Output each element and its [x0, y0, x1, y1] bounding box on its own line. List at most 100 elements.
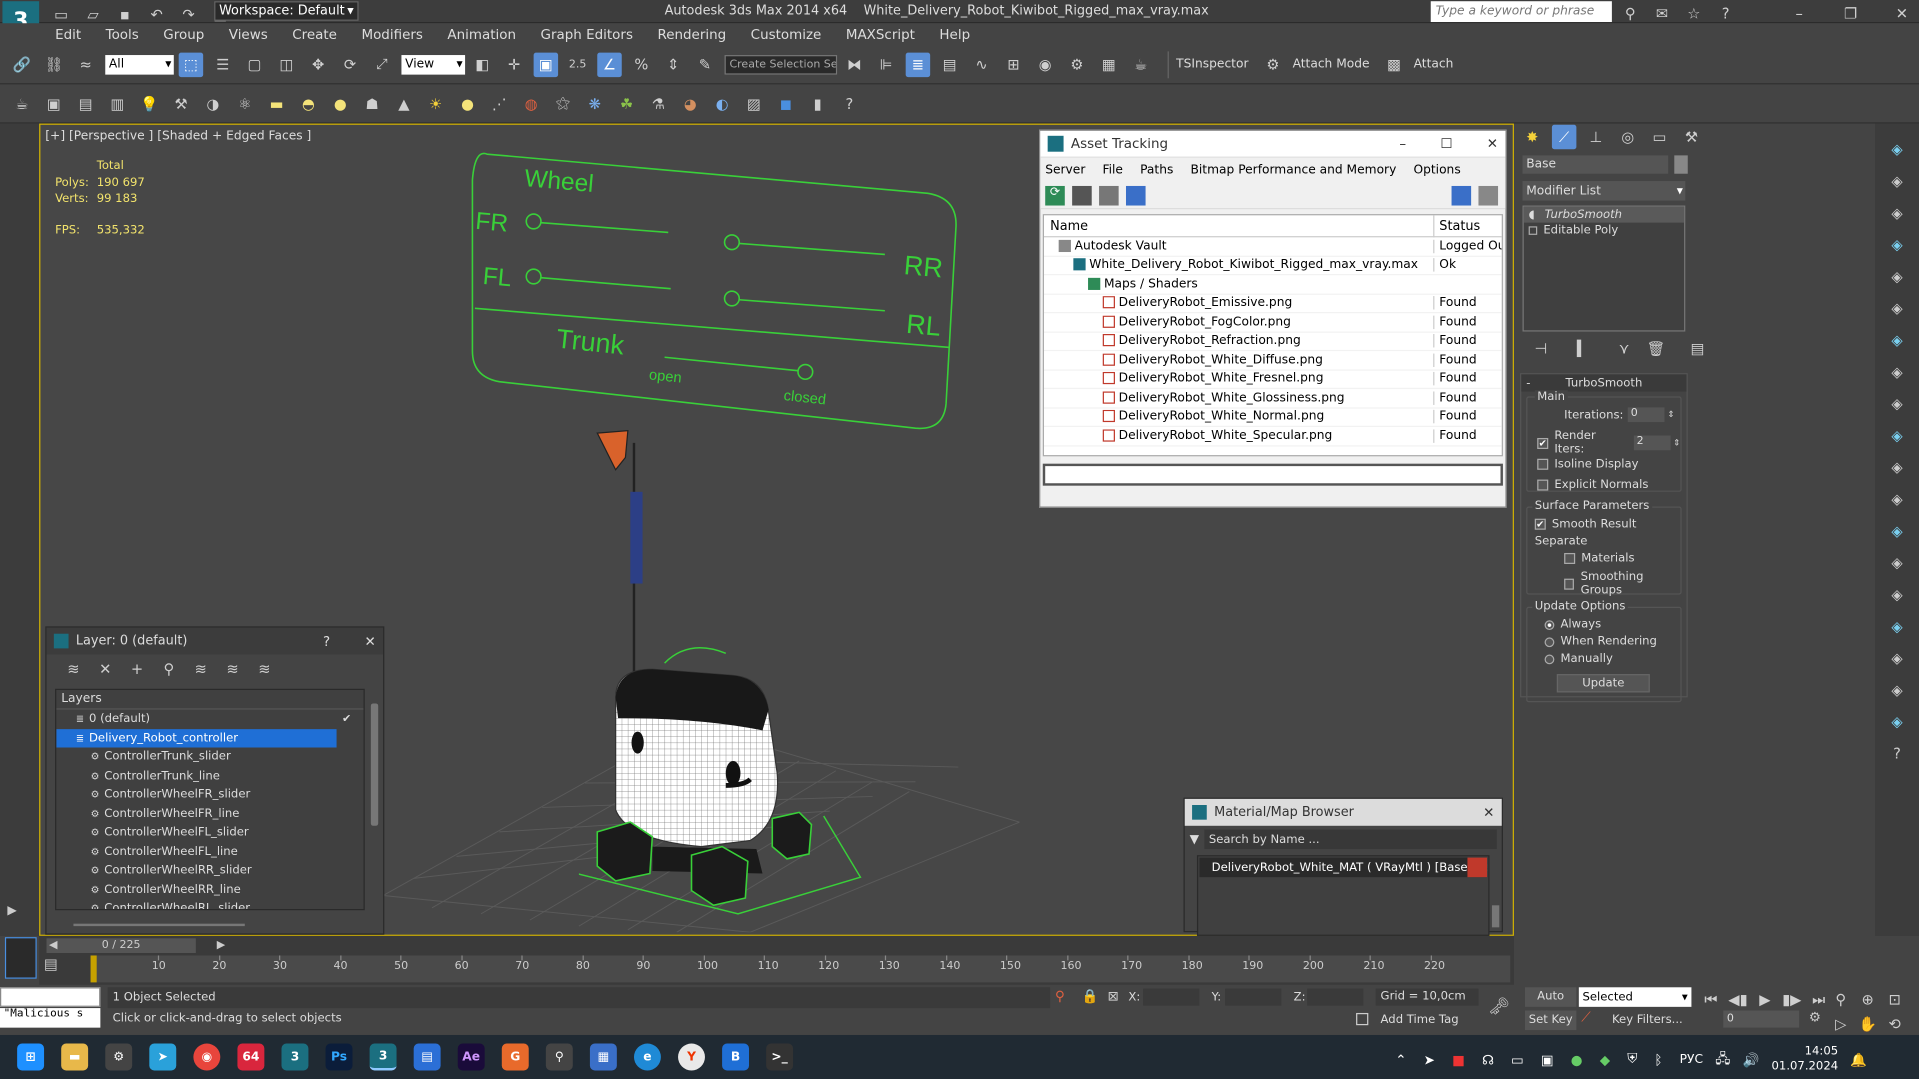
thumbnail-view-icon[interactable] [1099, 185, 1119, 205]
tray-network-icon[interactable]: 🖧 [1715, 1048, 1730, 1071]
show-end-result-icon[interactable]: ▍ [1570, 336, 1594, 360]
close-icon[interactable]: ✕ [1483, 804, 1494, 820]
vray-object-icon[interactable]: ◈ [1885, 519, 1909, 543]
geometry-icon[interactable]: ◈ [1885, 360, 1909, 384]
vray-bitmap-icon[interactable]: ▨ [742, 91, 766, 115]
chrome-icon[interactable]: ◉ [193, 1043, 221, 1071]
table-view-icon[interactable] [1125, 185, 1146, 205]
absolute-mode-icon[interactable]: ⊠ [1108, 989, 1119, 1005]
vray-converter-icon[interactable]: ⚒ [169, 91, 193, 115]
asset-row[interactable]: Maps / Shaders [1043, 275, 1502, 295]
tray-nvidia-icon[interactable]: ◆ [1600, 1052, 1610, 1068]
tray-security-icon[interactable]: ⛨ [1627, 1051, 1637, 1068]
material-item[interactable]: DeliveryRobot_White_MAT ( VRayMtl ) [Bas… [1199, 857, 1488, 878]
vray-plane-icon[interactable]: ▬ [264, 91, 288, 115]
store-icon[interactable]: ▦ [589, 1043, 617, 1071]
zoom-all-icon[interactable]: ⊕ [1855, 987, 1879, 1011]
current-layer-check-icon[interactable]: ✔ [342, 713, 351, 725]
material-scrollbar[interactable] [1491, 905, 1500, 928]
maxscript-listener-top[interactable] [0, 987, 101, 1007]
viewport-layout-icon[interactable]: ◈ [1885, 169, 1909, 193]
layer-h-scrollbar[interactable] [73, 923, 245, 927]
render-production-icon[interactable]: ☕ [1128, 52, 1152, 76]
menu-customize[interactable]: Customize [751, 26, 822, 42]
asset-menu-options[interactable]: Options [1413, 163, 1460, 176]
rotate-icon[interactable]: ⟳ [338, 52, 362, 76]
notification-bell-icon[interactable]: 🔔 [1850, 1052, 1867, 1068]
snap-toggle-icon[interactable]: 2.5 [565, 52, 589, 76]
update-manually-row[interactable]: Manually [1544, 652, 1613, 666]
selection-lock-icon[interactable]: 🔒 [1082, 989, 1099, 1005]
vray-info-icon[interactable]: ▮ [805, 91, 829, 115]
scale-icon[interactable]: ⤢ [370, 52, 394, 76]
move-icon[interactable]: ✥ [306, 52, 330, 76]
vray-metaball-icon[interactable]: ◍ [519, 91, 543, 115]
3dsmax-2014-icon[interactable]: 3 [281, 1043, 309, 1071]
material-options-icon[interactable]: ▼ [1190, 833, 1199, 846]
communication-center-icon[interactable]: ✉ [1650, 1, 1674, 25]
layer-explorer-titlebar[interactable]: Layer: 0 (default) ? ✕ [46, 627, 384, 655]
isoline-display-row[interactable]: Isoline Display [1537, 458, 1638, 471]
rectangular-selection-icon[interactable]: ▢ [242, 52, 266, 76]
delivery-robot-model[interactable] [578, 418, 897, 920]
close-icon[interactable]: ✕ [1890, 1, 1914, 25]
layer-object-row[interactable]: ⚙ ControllerWheelRR_slider [56, 861, 363, 880]
track-bar[interactable]: 10 20 30 40 50 60 70 80 90 100 110 120 130 140 150 160 1… [90, 955, 1511, 983]
vray-lens-icon[interactable]: ◑ [201, 91, 225, 115]
attach-mode-icon[interactable]: ⚙ [1261, 52, 1285, 76]
column-header-status[interactable]: Status [1433, 215, 1502, 237]
dynamics-icon[interactable]: ◈ [1885, 455, 1909, 479]
vray-proxy-icon[interactable]: ⚝ [551, 91, 575, 115]
y-coordinate-field[interactable] [1225, 988, 1282, 1006]
help-question-icon[interactable]: ? [1885, 741, 1909, 765]
motion-tab-icon[interactable]: ◎ [1616, 125, 1640, 149]
modifier-stack-item-editable-poly[interactable]: Editable Poly [1524, 223, 1684, 239]
curve-editor-icon[interactable]: ∿ [969, 52, 993, 76]
menu-graph-editors[interactable]: Graph Editors [541, 26, 633, 42]
spinner-snap-icon[interactable]: ⇕ [661, 52, 685, 76]
separate-smoothing-groups-row[interactable]: Smoothing Groups [1564, 570, 1680, 597]
asset-row[interactable]: DeliveryRobot_FogColor.png Found [1043, 313, 1502, 333]
tsinspector-label[interactable]: TSInspector [1176, 57, 1248, 70]
material-icon[interactable]: ◈ [1885, 678, 1909, 702]
asset-menu-bitmap-performance[interactable]: Bitmap Performance and Memory [1191, 163, 1397, 176]
current-frame-field[interactable]: 0 [1723, 1010, 1800, 1028]
close-icon[interactable]: ✕ [364, 633, 375, 649]
asset-menu-server[interactable]: Server [1045, 163, 1085, 176]
asset-row[interactable]: DeliveryRobot_Emissive.png Found [1043, 294, 1502, 314]
iterations-spinner[interactable]: 0 [1628, 407, 1666, 423]
time-slider[interactable]: ◀ 0 / 225 ▶ [46, 938, 225, 954]
column-header-name[interactable]: Name [1044, 218, 1433, 233]
utilities-tab-icon[interactable]: ⚒ [1679, 125, 1703, 149]
layer-object-row[interactable]: ⚙ ControllerWheelFL_slider [56, 823, 363, 842]
g-app-icon[interactable]: G [501, 1043, 529, 1071]
angle-snap-icon[interactable]: ∠ [597, 51, 622, 77]
key-filter-pen-icon[interactable]: ⟋ [1581, 1009, 1590, 1026]
time-configuration-icon[interactable]: ⚙ [1809, 1009, 1821, 1025]
zoom-extents-icon[interactable]: ⊡ [1882, 987, 1906, 1011]
viewport-label[interactable]: [+] [Perspective ] [Shaded + Edged Faces… [45, 130, 311, 143]
menu-modifiers[interactable]: Modifiers [361, 26, 422, 42]
asset-row[interactable]: White_Delivery_Robot_Kiwibot_Rigged_max_… [1043, 256, 1502, 276]
menu-maxscript[interactable]: MAXScript [846, 26, 915, 42]
navigation-icon[interactable]: ◈ [1885, 614, 1909, 638]
vray-help-icon[interactable]: ? [837, 91, 861, 115]
vray-fur-icon[interactable]: ⋰ [487, 91, 511, 115]
maxscript-listener-input[interactable]: "Malicious s [0, 1008, 101, 1028]
help-icon[interactable]: ? [1713, 1, 1737, 25]
layer-object-row[interactable]: ⚙ ControllerWheelRR_line [56, 880, 363, 899]
set-key-button[interactable]: Set Key [1524, 1010, 1577, 1031]
mini-listener-toggle[interactable] [4, 937, 37, 979]
select-by-name-icon[interactable]: ☰ [211, 52, 235, 76]
vray-sun-icon[interactable]: ☀ [423, 91, 447, 115]
separate-materials-row[interactable]: Materials [1564, 552, 1635, 565]
photoshop-icon[interactable]: Ps [325, 1043, 353, 1071]
remove-modifier-icon[interactable]: 🗑 [1644, 336, 1668, 360]
space-warps-icon[interactable]: ◈ [1885, 296, 1909, 320]
asset-path-field[interactable] [1042, 463, 1503, 486]
render-frame-icon[interactable]: ▣ [42, 91, 66, 115]
attach-label[interactable]: Attach [1414, 57, 1454, 70]
layer-object-row[interactable]: ⚙ ControllerWheelFR_slider [56, 785, 363, 804]
material-search-input[interactable]: Search by Name ... [1203, 829, 1497, 850]
render-iters-checkbox[interactable]: ✔ [1537, 437, 1549, 449]
